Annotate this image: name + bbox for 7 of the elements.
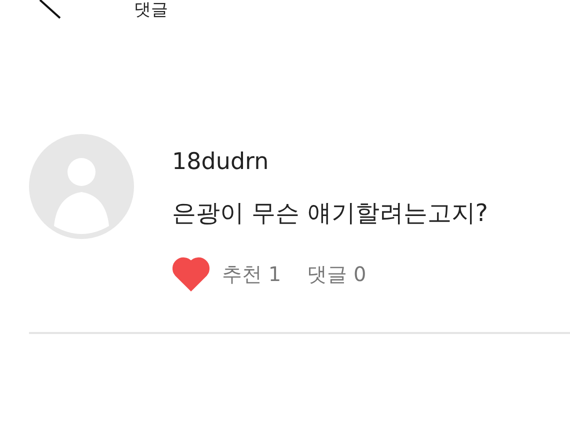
reply-count[interactable]: 댓글 0	[307, 259, 366, 289]
comment-text: 은광이 무슨 얘기할려는고지?	[172, 198, 488, 228]
heart-icon[interactable]	[172, 256, 210, 292]
comment-author: 18dudrn	[172, 148, 270, 176]
like-count: 추천 1	[222, 261, 282, 288]
avatar-icon	[29, 134, 134, 239]
page-title: 댓글	[134, 0, 168, 20]
